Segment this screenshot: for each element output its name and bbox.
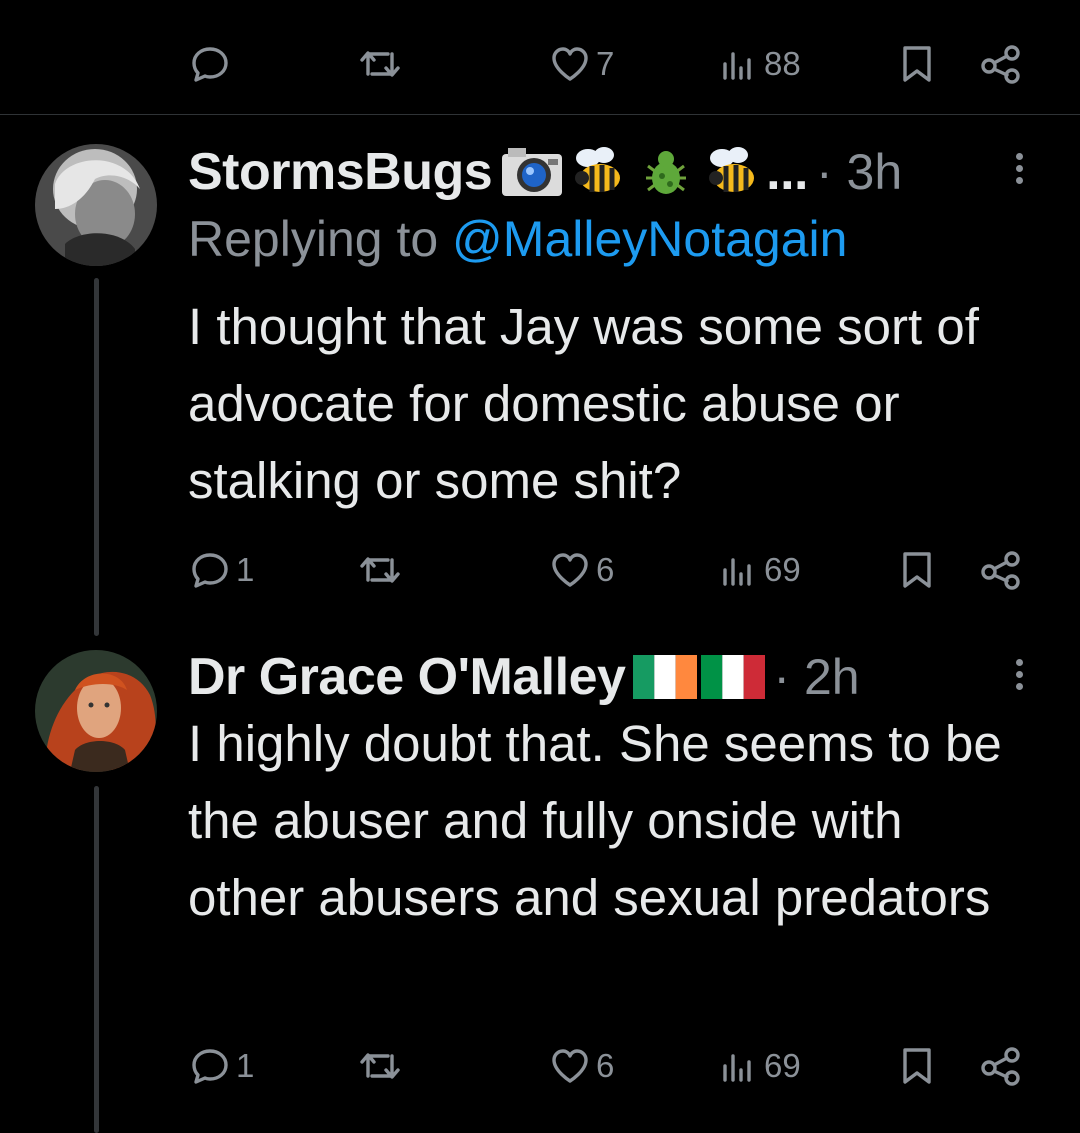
like-button[interactable]: 6: [550, 1036, 614, 1096]
views-count: 69: [764, 1047, 801, 1084]
replying-to-label: Replying to: [188, 211, 453, 267]
more-options-button[interactable]: [1012, 150, 1026, 190]
share-button[interactable]: [980, 34, 1022, 94]
reply-icon: [192, 1049, 228, 1084]
share-button[interactable]: [980, 1036, 1022, 1096]
bookmark-button[interactable]: [900, 540, 934, 600]
share-icon: [981, 1047, 1020, 1086]
ireland-flag: [633, 655, 698, 699]
views-button[interactable]: 69: [720, 1036, 801, 1096]
views-count: 69: [764, 551, 801, 588]
share-button[interactable]: [980, 540, 1022, 600]
reply-button[interactable]: 1: [190, 1036, 254, 1096]
more-icon: [1015, 659, 1023, 666]
bee-emoji: [706, 146, 760, 198]
top-action-bar: 7 88: [188, 34, 1028, 94]
timestamp[interactable]: · 2h: [773, 648, 859, 706]
bookmark-button[interactable]: [900, 1036, 934, 1096]
thread-line: [94, 278, 99, 636]
share-icon: [981, 551, 1020, 590]
reply-button[interactable]: 1: [190, 540, 254, 600]
reply-icon: [192, 47, 228, 82]
bookmark-icon: [903, 552, 931, 588]
like-count: 6: [596, 551, 615, 588]
like-count: 6: [596, 1047, 615, 1084]
repost-icon: [360, 51, 400, 77]
tweet-header: Dr Grace O'Malley · 2h: [188, 647, 860, 707]
repost-icon: [360, 557, 400, 583]
repost-button[interactable]: [358, 540, 408, 600]
tweet-action-bar: 1 6 69: [188, 1036, 1028, 1096]
tweet-text: I highly doubt that. She seems to be the…: [188, 715, 1002, 926]
reply-count: 1: [236, 551, 255, 588]
repost-button[interactable]: [358, 34, 408, 94]
time-value: 2h: [803, 649, 860, 705]
views-icon: [723, 558, 751, 586]
reply-icon: [192, 553, 228, 588]
repost-button[interactable]: [358, 1036, 408, 1096]
like-icon: [552, 47, 588, 81]
replying-to: Replying to @MalleyNotagain: [188, 210, 847, 268]
time-value: 3h: [846, 144, 903, 200]
like-icon: [552, 553, 588, 587]
like-button[interactable]: 6: [550, 540, 614, 600]
like-icon: [552, 1049, 588, 1083]
repost-icon: [360, 1053, 400, 1079]
more-options-button[interactable]: [1012, 656, 1026, 696]
views-icon: [723, 1054, 751, 1082]
share-icon: [981, 45, 1020, 84]
tweet-action-bar: 1 6 69: [188, 540, 1028, 600]
camera-emoji: [500, 146, 564, 198]
tweet-text: I thought that Jay was some sort of advo…: [188, 298, 979, 509]
tweet-header: StormsBugs ... · 3h: [188, 142, 902, 202]
bug-emoji: [640, 146, 692, 198]
views-button[interactable]: 69: [720, 540, 801, 600]
views-icon: [723, 52, 751, 80]
name-ellipsis: ...: [766, 143, 808, 201]
views-count: 88: [764, 45, 801, 82]
bookmark-icon: [903, 1048, 931, 1084]
italy-flag: [701, 655, 766, 699]
avatar-dr-grace-omalley[interactable]: [35, 650, 157, 772]
display-name[interactable]: StormsBugs: [188, 142, 493, 202]
avatar-stormsbugs[interactable]: [35, 144, 157, 266]
reply-button[interactable]: [190, 34, 236, 94]
bookmark-icon: [903, 46, 931, 82]
views-button[interactable]: 88: [720, 34, 801, 94]
divider: [0, 114, 1080, 115]
timestamp[interactable]: · 3h: [816, 143, 902, 201]
like-count: 7: [596, 45, 615, 82]
more-icon: [1015, 153, 1023, 160]
replying-to-handle[interactable]: @MalleyNotagain: [452, 211, 847, 267]
thread-line: [94, 786, 99, 1133]
reply-count: 1: [236, 1047, 255, 1084]
bee-emoji: [572, 146, 626, 198]
like-button[interactable]: 7: [550, 34, 614, 94]
bookmark-button[interactable]: [900, 34, 934, 94]
display-name[interactable]: Dr Grace O'Malley: [188, 647, 626, 707]
